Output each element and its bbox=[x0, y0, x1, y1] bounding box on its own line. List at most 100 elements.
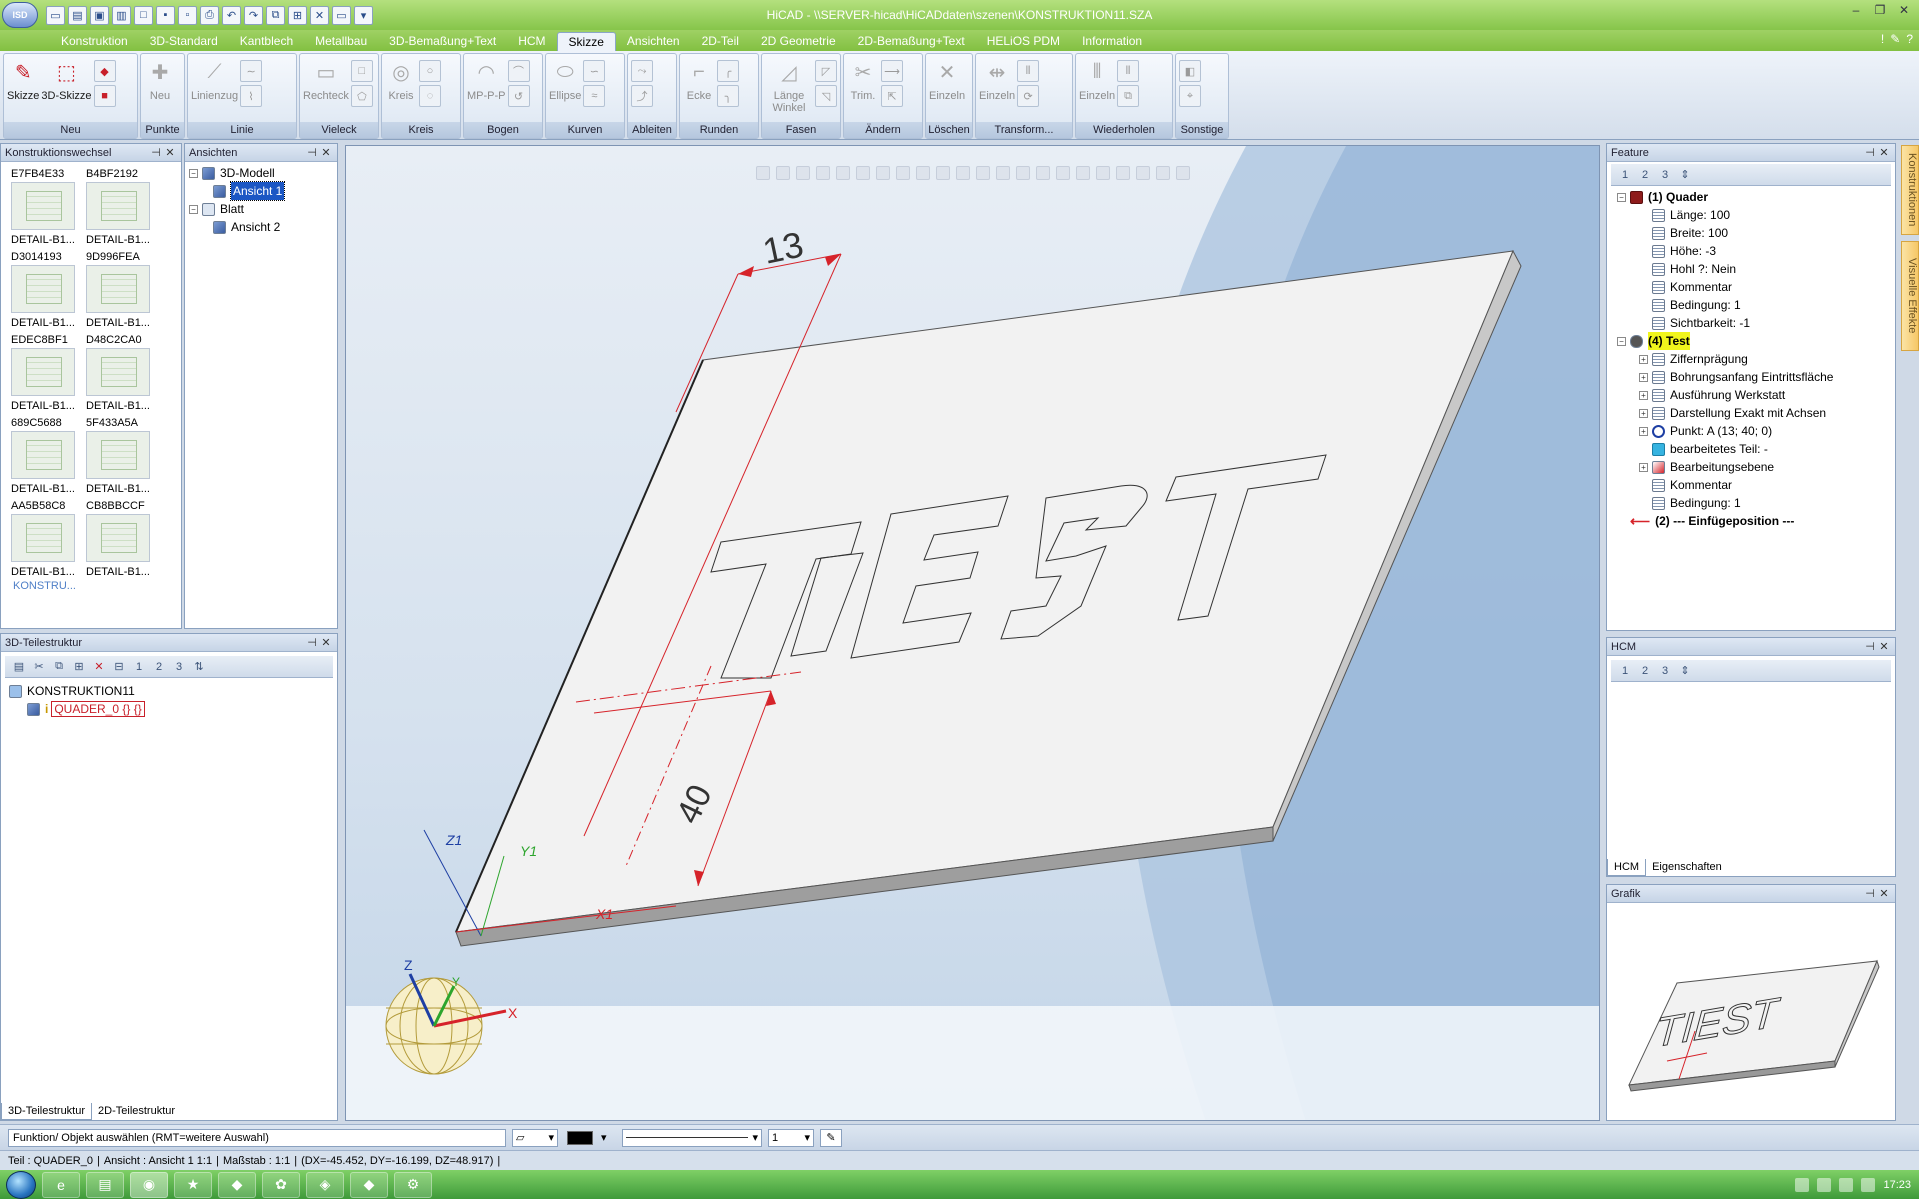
derive-icon[interactable]: ⤳ bbox=[631, 60, 653, 82]
loeschen-einzeln-button[interactable]: ✕ Einzeln bbox=[929, 56, 965, 120]
copy-icon[interactable]: ⧉ bbox=[266, 5, 285, 25]
level2-icon[interactable]: 2 bbox=[1637, 167, 1653, 183]
tab-3d-bemaßung-text[interactable]: 3D-Bemaßung+Text bbox=[378, 32, 507, 51]
expand-icon[interactable]: + bbox=[1639, 408, 1648, 418]
repeat-option2-icon[interactable]: ⧉ bbox=[1117, 85, 1140, 107]
open-icon[interactable]: ▤ bbox=[68, 5, 87, 25]
feature-node[interactable]: + Punkt: A (13; 40; 0) bbox=[1617, 422, 1895, 440]
tab-helios-pdm[interactable]: HELiOS PDM bbox=[976, 32, 1071, 51]
taskbar-app3-icon[interactable]: ✿ bbox=[262, 1171, 300, 1198]
rechteck-button[interactable]: ▭ Rechteck bbox=[303, 56, 349, 120]
taskbar-app4-icon[interactable]: ◈ bbox=[306, 1171, 344, 1198]
save-as-icon[interactable]: ▫ bbox=[178, 5, 197, 25]
3d-skizze-button[interactable]: ⬚ 3D-Skizze bbox=[41, 56, 91, 120]
level1-icon[interactable]: 1 bbox=[1617, 663, 1633, 679]
tab-hcm[interactable]: HCM bbox=[507, 32, 556, 51]
tree-part[interactable]: i QUADER_0 {} {} bbox=[9, 700, 337, 718]
expand-icon[interactable]: + bbox=[1639, 426, 1648, 436]
extend-icon[interactable]: ⟶ bbox=[881, 60, 903, 82]
folder-icon[interactable]: ▣ bbox=[90, 5, 109, 25]
tray-network-icon[interactable] bbox=[1795, 1177, 1810, 1192]
taskbar-app5-icon[interactable]: ◆ bbox=[350, 1171, 388, 1198]
tree-3d-model[interactable]: −3D-Modell bbox=[189, 164, 337, 182]
thumbnail-item[interactable]: E7FB4E33 DETAIL-B1... bbox=[11, 166, 86, 248]
pin-icon[interactable]: ⊣ bbox=[1863, 146, 1877, 159]
rotate-icon[interactable]: ⟳ bbox=[1017, 85, 1040, 107]
mp-p-p-button[interactable]: ◠ MP-P-P bbox=[467, 56, 506, 120]
tab-2d-geometrie[interactable]: 2D Geometrie bbox=[750, 32, 847, 51]
level1-icon[interactable]: 1 bbox=[1617, 167, 1633, 183]
thumbnail-item[interactable]: CB8BBCCF DETAIL-B1... bbox=[86, 498, 161, 580]
ecke-button[interactable]: ⌐ Ecke bbox=[683, 56, 715, 120]
level3-icon[interactable]: 3 bbox=[171, 659, 187, 675]
misc2-icon[interactable]: ⌖ bbox=[1179, 85, 1201, 107]
tray-volume-icon[interactable] bbox=[1861, 1177, 1876, 1192]
spline-icon[interactable]: ≈ bbox=[583, 85, 606, 107]
circle-option2-icon[interactable]: ◌ bbox=[419, 85, 441, 107]
thumbnail-item[interactable]: 5F433A5A DETAIL-B1... bbox=[86, 415, 161, 497]
chamfer-option2-icon[interactable]: ◹ bbox=[815, 85, 837, 107]
close-icon[interactable]: ✕ bbox=[163, 146, 177, 159]
collapse-icon[interactable]: − bbox=[189, 204, 198, 214]
line-style-dropdown[interactable]: ▱ ▾ bbox=[512, 1128, 558, 1147]
feature-node[interactable]: Länge: 100 bbox=[1617, 206, 1895, 224]
linienzug-button[interactable]: ⟋ Linienzug bbox=[191, 56, 238, 120]
tab-skizze[interactable]: Skizze bbox=[556, 32, 616, 51]
feature-node[interactable]: Kommentar bbox=[1617, 476, 1895, 494]
kreis-button[interactable]: ◎ Kreis bbox=[385, 56, 417, 120]
misc-icon[interactable]: ◧ bbox=[1179, 60, 1201, 82]
expand-icon[interactable]: + bbox=[1639, 354, 1648, 364]
tab-2d-structure[interactable]: 2D-Teilestruktur bbox=[92, 1103, 181, 1120]
feature-node[interactable]: + Bohrungsanfang Eintrittsfläche bbox=[1617, 368, 1895, 386]
polygon-icon[interactable]: ⬠ bbox=[350, 85, 373, 107]
level3-icon[interactable]: 3 bbox=[1657, 663, 1673, 679]
close-icon[interactable]: ✕ bbox=[1893, 2, 1915, 18]
app-menu-button[interactable]: ISD bbox=[2, 2, 38, 28]
save-icon[interactable]: ▪ bbox=[156, 5, 175, 25]
feature-node[interactable]: + Bearbeitungsebene bbox=[1617, 458, 1895, 476]
neu-point-button[interactable]: ✚ Neu bbox=[144, 56, 176, 120]
paste-icon[interactable]: ⊞ bbox=[71, 659, 87, 675]
tab-ansichten[interactable]: Ansichten bbox=[616, 32, 691, 51]
window-icon[interactable]: ▭ bbox=[332, 5, 351, 25]
move-icon[interactable]: ⫴ bbox=[1017, 60, 1040, 82]
taskbar-app6-icon[interactable]: ⚙ bbox=[394, 1171, 432, 1198]
tab-konstruktionen[interactable]: Konstruktionen bbox=[1901, 145, 1919, 235]
tree-view2[interactable]: Ansicht 2 bbox=[189, 218, 337, 236]
folder-open-icon[interactable]: ▥ bbox=[112, 5, 131, 25]
maximize-icon[interactable]: ❐ bbox=[1869, 2, 1891, 18]
sketch-close-icon[interactable]: ■ bbox=[93, 85, 116, 107]
copy-icon[interactable]: ⧉ bbox=[51, 659, 67, 675]
feature-node[interactable]: Breite: 100 bbox=[1617, 224, 1895, 242]
skizze-button[interactable]: ✎ Skizze bbox=[7, 56, 39, 120]
tab-3d-standard[interactable]: 3D-Standard bbox=[139, 32, 229, 51]
thumbnail-item[interactable]: AA5B58C8 DETAIL-B1... bbox=[11, 498, 86, 580]
feature-node[interactable]: Bedingung: 1 bbox=[1617, 296, 1895, 314]
help-icon[interactable]: ? bbox=[1906, 32, 1913, 46]
taskbar-app2-icon[interactable]: ◆ bbox=[218, 1171, 256, 1198]
tab-hcm[interactable]: HCM bbox=[1607, 859, 1647, 876]
pin-icon[interactable]: ⊣ bbox=[1863, 887, 1877, 900]
derive2-icon[interactable]: ⤴ bbox=[631, 85, 653, 107]
close-icon[interactable]: ✕ bbox=[1877, 640, 1891, 653]
level2-icon[interactable]: 2 bbox=[1637, 663, 1653, 679]
line-option2-icon[interactable]: ⌇ bbox=[240, 85, 263, 107]
fillet-icon[interactable]: ╭ bbox=[717, 60, 739, 82]
pin-icon[interactable]: ⊣ bbox=[305, 146, 319, 159]
color-dropdown[interactable]: ▾ bbox=[564, 1129, 616, 1147]
feature-node[interactable]: ⟵ (2) --- Einfügeposition --- bbox=[1617, 512, 1895, 530]
tab-2d-bemaßung-text[interactable]: 2D-Bemaßung+Text bbox=[847, 32, 976, 51]
pen-settings-button[interactable]: ✎ bbox=[820, 1128, 842, 1147]
stretch-icon[interactable]: ⇱ bbox=[881, 85, 903, 107]
pin-icon[interactable]: ⊣ bbox=[1863, 640, 1877, 653]
feature-node[interactable]: Höhe: -3 bbox=[1617, 242, 1895, 260]
expand-icon[interactable]: + bbox=[1639, 372, 1648, 382]
feature-node[interactable]: − (1) Quader bbox=[1617, 188, 1895, 206]
group-icon[interactable]: ⊟ bbox=[111, 659, 127, 675]
pin-icon[interactable]: ⊣ bbox=[305, 636, 319, 649]
feature-node[interactable]: Bedingung: 1 bbox=[1617, 494, 1895, 512]
paste-icon[interactable]: ⊞ bbox=[288, 5, 307, 25]
taskbar-ie-icon[interactable]: e bbox=[42, 1171, 80, 1198]
level3-icon[interactable]: 3 bbox=[1657, 167, 1673, 183]
close-icon[interactable]: ✕ bbox=[1877, 887, 1891, 900]
